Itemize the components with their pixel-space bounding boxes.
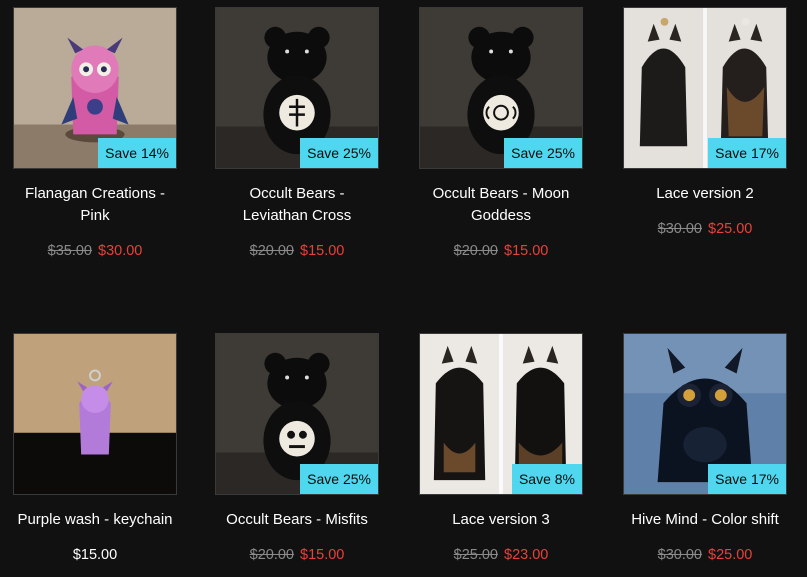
product-card[interactable]: Save 8% Lace version 3 $25.00 $23.00 xyxy=(418,333,584,565)
product-image[interactable]: Save 8% xyxy=(419,333,583,495)
regular-price: $15.00 xyxy=(72,547,118,563)
product-card[interactable]: Save 25% Occult Bears - Misfits $20.00 $1… xyxy=(214,333,380,565)
product-card[interactable]: Save 14% Flanagan Creations - Pink $35.0… xyxy=(12,7,178,261)
compare-price: $25.00 xyxy=(453,547,498,563)
sale-price: $25.00 xyxy=(708,221,753,237)
sale-price: $15.00 xyxy=(300,547,345,563)
discount-badge: Save 14% xyxy=(98,138,176,168)
product-price: $25.00 $23.00 xyxy=(418,545,584,565)
product-price: $15.00 xyxy=(12,545,178,565)
product-card[interactable]: Save 25% Occult Bears - Moon Goddess $20… xyxy=(418,7,584,261)
discount-badge: Save 17% xyxy=(708,138,786,168)
compare-price: $20.00 xyxy=(249,243,294,259)
sale-price: $30.00 xyxy=(98,243,143,259)
product-price: $30.00 $25.00 xyxy=(622,219,788,239)
discount-badge: Save 25% xyxy=(504,138,582,168)
compare-price: $20.00 xyxy=(453,243,498,259)
compare-price: $20.00 xyxy=(249,547,294,563)
product-price: $20.00 $15.00 xyxy=(418,241,584,261)
discount-badge: Save 8% xyxy=(511,464,582,494)
sale-price: $23.00 xyxy=(504,547,549,563)
sale-price: $25.00 xyxy=(708,547,753,563)
product-title[interactable]: Flanagan Creations - Pink xyxy=(12,183,178,227)
product-price: $20.00 $15.00 xyxy=(214,545,380,565)
product-card[interactable]: Save 17% Hive Mind - Color shift $30.00 $… xyxy=(622,333,788,565)
product-image[interactable]: Save 25% xyxy=(419,7,583,169)
product-title[interactable]: Lace version 2 xyxy=(622,183,788,205)
product-image[interactable]: Save 25% xyxy=(215,7,379,169)
product-title[interactable]: Occult Bears - Misfits xyxy=(214,509,380,531)
product-image[interactable] xyxy=(13,333,177,495)
product-title[interactable]: Hive Mind - Color shift xyxy=(622,509,788,531)
product-image[interactable]: Save 17% xyxy=(623,7,787,169)
product-price: $20.00 $15.00 xyxy=(214,241,380,261)
product-title[interactable]: Occult Bears - Leviathan Cross xyxy=(214,183,380,227)
discount-badge: Save 25% xyxy=(300,138,378,168)
product-title[interactable]: Purple wash - keychain xyxy=(12,509,178,531)
product-card[interactable]: Purple wash - keychain $15.00 xyxy=(12,333,178,565)
product-title[interactable]: Occult Bears - Moon Goddess xyxy=(418,183,584,227)
product-image[interactable]: Save 25% xyxy=(215,333,379,495)
product-card[interactable]: Save 17% Lace version 2 $30.00 $25.00 xyxy=(622,7,788,239)
product-title[interactable]: Lace version 3 xyxy=(418,509,584,531)
purple-keychain-photo xyxy=(14,334,176,494)
compare-price: $35.00 xyxy=(47,243,92,259)
compare-price: $30.00 xyxy=(657,221,702,237)
product-card[interactable]: Save 25% Occult Bears - Leviathan Cross … xyxy=(214,7,380,261)
product-image[interactable]: Save 14% xyxy=(13,7,177,169)
discount-badge: Save 25% xyxy=(300,464,378,494)
sale-price: $15.00 xyxy=(504,243,549,259)
compare-price: $30.00 xyxy=(657,547,702,563)
product-price: $35.00 $30.00 xyxy=(12,241,178,261)
product-image[interactable]: Save 17% xyxy=(623,333,787,495)
discount-badge: Save 17% xyxy=(708,464,786,494)
sale-price: $15.00 xyxy=(300,243,345,259)
product-price: $30.00 $25.00 xyxy=(622,545,788,565)
